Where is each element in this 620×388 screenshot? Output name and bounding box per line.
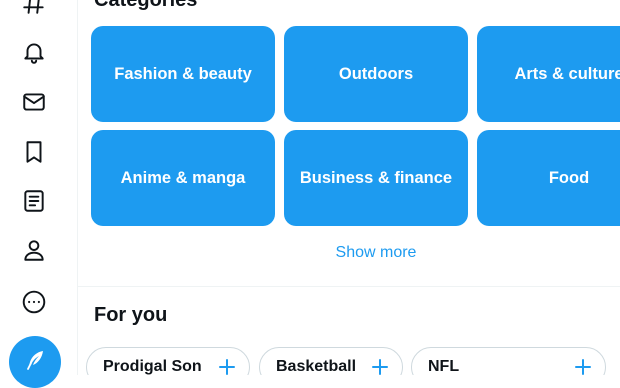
profile-icon[interactable] (18, 234, 50, 266)
plus-icon[interactable] (219, 359, 235, 375)
explore-main: Categories Fashion & beauty Outdoors Art… (78, 0, 620, 375)
for-you-title: For you (94, 304, 168, 326)
left-sidebar (0, 0, 78, 388)
category-tile-food[interactable]: Food (477, 130, 620, 226)
plus-icon[interactable] (372, 359, 388, 375)
bookmark-icon[interactable] (18, 136, 50, 168)
categories-title: Categories (94, 0, 198, 11)
more-icon[interactable] (18, 286, 50, 318)
bell-icon[interactable] (18, 36, 50, 68)
feather-icon (23, 348, 47, 377)
chip-label: Basketball (276, 358, 357, 375)
chip-label: Prodigal Son (103, 358, 202, 375)
chip-label: NFL (428, 358, 460, 375)
category-tile-business-finance[interactable]: Business & finance (284, 130, 468, 226)
category-tile-arts-culture[interactable]: Arts & culture (477, 26, 620, 122)
plus-icon[interactable] (575, 359, 591, 375)
category-tile-outdoors[interactable]: Outdoors (284, 26, 468, 122)
section-divider (78, 286, 620, 287)
show-more-link[interactable]: Show more (78, 244, 620, 262)
hashtag-icon[interactable] (18, 0, 50, 19)
topic-chip-basketball[interactable]: Basketball (259, 347, 403, 375)
list-icon[interactable] (18, 185, 50, 217)
topic-chip-prodigal-son[interactable]: Prodigal Son (86, 347, 250, 375)
mail-icon[interactable] (18, 86, 50, 118)
category-tile-anime-manga[interactable]: Anime & manga (91, 130, 275, 226)
category-tile-fashion-beauty[interactable]: Fashion & beauty (91, 26, 275, 122)
compose-tweet-button[interactable] (9, 336, 61, 388)
topic-chip-nfl[interactable]: NFL (411, 347, 606, 375)
